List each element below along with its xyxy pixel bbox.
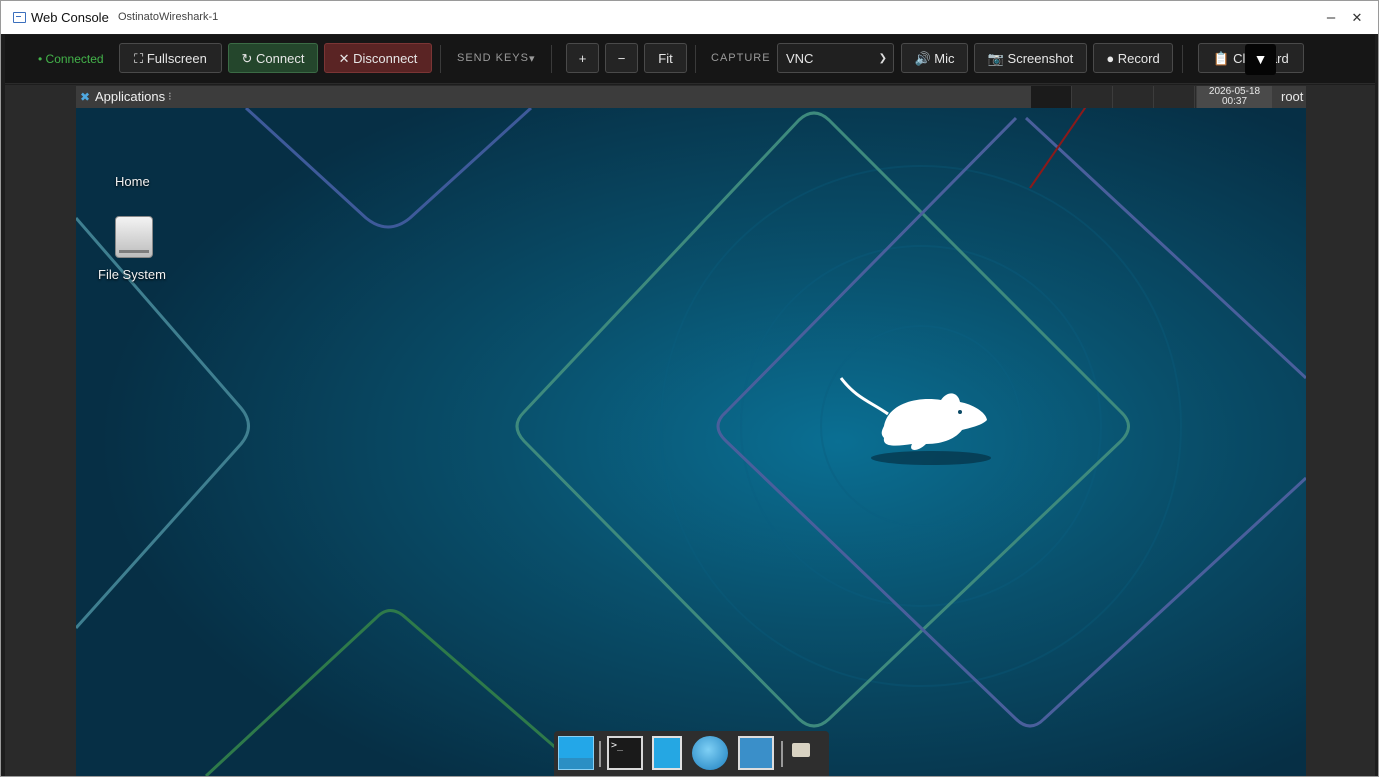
mic-button[interactable]: 🔊 Mic bbox=[901, 43, 968, 73]
close-button[interactable]: ✕ bbox=[1346, 7, 1368, 29]
workspace-2[interactable] bbox=[1072, 86, 1113, 108]
panel-clock[interactable]: 2026-05-18 00:37 bbox=[1197, 86, 1272, 108]
user-menu[interactable]: root bbox=[1281, 89, 1303, 104]
window-title: Web Console bbox=[31, 10, 109, 25]
toolbar-divider bbox=[1182, 45, 1183, 73]
file-system-icon-label[interactable]: File System bbox=[98, 267, 166, 282]
send-keys-menu[interactable]: SEND KEYS bbox=[457, 52, 529, 64]
applications-label: Applications bbox=[95, 89, 166, 104]
file-system-drive-icon[interactable] bbox=[115, 216, 153, 258]
workspace-3[interactable] bbox=[1113, 86, 1154, 108]
capture-label: CAPTURE bbox=[711, 52, 771, 64]
disconnect-button[interactable]: ✕ Disconnect bbox=[324, 43, 432, 73]
workspace-switcher[interactable] bbox=[1031, 86, 1196, 108]
file-manager-icon[interactable] bbox=[652, 736, 682, 770]
xfce-logo-icon: ✖ bbox=[80, 89, 91, 104]
clock-time: 00:37 bbox=[1221, 96, 1248, 107]
panel-toggle-button[interactable]: ▼ bbox=[1245, 44, 1276, 75]
applications-menu[interactable]: ✖ Applications ⁝ bbox=[80, 89, 172, 104]
minimize-button[interactable]: – bbox=[1320, 7, 1342, 29]
fit-button[interactable]: Fit bbox=[644, 43, 687, 73]
capture-mode-select[interactable]: VNC ❯ bbox=[777, 43, 894, 73]
record-button[interactable]: ● Record bbox=[1093, 43, 1173, 73]
capture-mode-value: VNC bbox=[786, 51, 814, 66]
terminal-icon[interactable]: >_ bbox=[607, 736, 643, 770]
xfce-wallpaper bbox=[76, 108, 1306, 776]
window-subtitle: OstinatoWireshark-1 bbox=[118, 11, 219, 23]
dock-separator bbox=[781, 741, 783, 767]
home-icon-label[interactable]: Home bbox=[115, 174, 150, 189]
app-finder-icon[interactable] bbox=[738, 736, 774, 770]
fullscreen-button[interactable]: ⛶ Fullscreen bbox=[119, 43, 222, 73]
web-console-window: Web Console OstinatoWireshark-1 – ✕ • Co… bbox=[0, 0, 1379, 777]
bottom-dock: >_ bbox=[554, 731, 829, 776]
remote-desktop[interactable]: ✖ Applications ⁝ 2026-05-18 00:37 root H… bbox=[76, 86, 1306, 776]
console-icon bbox=[13, 12, 26, 23]
web-browser-icon[interactable] bbox=[692, 736, 728, 770]
toolbar-divider bbox=[695, 45, 696, 73]
chevron-down-icon[interactable]: ▾ bbox=[529, 52, 535, 65]
folder-icon[interactable] bbox=[792, 743, 810, 757]
console-toolbar: • Connected ⛶ Fullscreen ↻ Connect ✕ Dis… bbox=[5, 35, 1375, 84]
dock-separator bbox=[599, 741, 601, 767]
zoom-in-button[interactable]: + bbox=[566, 43, 599, 73]
chevron-down-icon: ❯ bbox=[878, 53, 887, 64]
connect-button[interactable]: ↻ Connect bbox=[228, 43, 318, 73]
screenshot-button[interactable]: 📷 Screenshot bbox=[974, 43, 1087, 73]
applications-suffix: ⁝ bbox=[168, 91, 172, 103]
zoom-out-button[interactable]: − bbox=[605, 43, 638, 73]
show-desktop-icon[interactable] bbox=[558, 736, 594, 770]
top-panel: ✖ Applications ⁝ 2026-05-18 00:37 root bbox=[76, 86, 1306, 108]
workspace-4[interactable] bbox=[1154, 86, 1195, 108]
workspace-1[interactable] bbox=[1031, 86, 1072, 108]
connection-status: • Connected bbox=[38, 52, 104, 66]
toolbar-divider bbox=[440, 45, 441, 73]
toolbar-divider bbox=[551, 45, 552, 73]
title-bar: Web Console OstinatoWireshark-1 – ✕ bbox=[1, 1, 1378, 34]
